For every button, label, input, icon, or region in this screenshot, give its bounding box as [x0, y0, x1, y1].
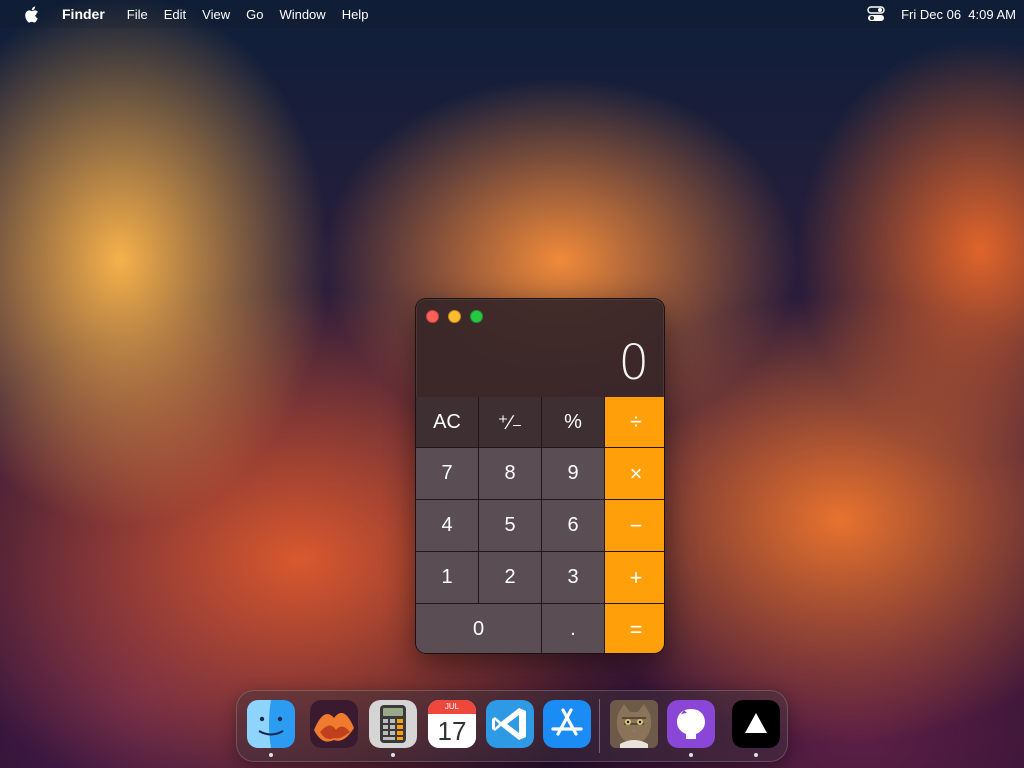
calculator-keypad: AC ⁺∕₋% ÷ 7 8 9 × 4 5 6− 1 2 3 +0. =	[416, 397, 664, 653]
digit-2-button[interactable]: 2	[479, 552, 541, 603]
menu-edit[interactable]: Edit	[164, 7, 186, 22]
dock-separator	[599, 699, 600, 753]
wallpaper-icon[interactable]	[310, 700, 358, 748]
apple-icon[interactable]	[20, 5, 42, 23]
digit-5-button[interactable]: 5	[479, 500, 541, 551]
zoom-button[interactable]	[470, 310, 483, 323]
digit-3-button[interactable]: 3	[542, 552, 604, 603]
multiply-button[interactable]: ×	[605, 448, 664, 499]
app-menu-finder[interactable]: Finder	[62, 6, 105, 22]
minimize-button[interactable]	[448, 310, 461, 323]
calendar-icon[interactable]: JUL 17	[428, 700, 476, 748]
dock: JUL 17	[236, 690, 788, 762]
running-indicator	[689, 753, 693, 757]
window-controls	[426, 310, 483, 323]
cat-icon[interactable]	[610, 700, 658, 748]
digit-0-button[interactable]: 0	[416, 604, 541, 653]
digit-6-button[interactable]: 6	[542, 500, 604, 551]
mouse-cursor-icon	[264, 764, 274, 768]
digit-4-button[interactable]: 4	[416, 500, 478, 551]
add-button[interactable]: +	[605, 552, 664, 603]
calculator-icon[interactable]	[369, 700, 417, 748]
menubar-clock[interactable]: Fri Dec 06 4:09 AM	[901, 7, 1016, 22]
percent-button[interactable]: %	[542, 397, 604, 447]
sign-toggle-button[interactable]: ⁺∕₋	[479, 397, 541, 447]
divide-button[interactable]: ÷	[605, 397, 664, 447]
app-store-icon[interactable]	[543, 700, 591, 748]
status-area: Fri Dec 06 4:09 AM	[867, 0, 1016, 28]
digit-8-button[interactable]: 8	[479, 448, 541, 499]
menu-file[interactable]: File	[127, 7, 148, 22]
github-icon[interactable]	[667, 700, 715, 748]
menu-help[interactable]: Help	[342, 7, 369, 22]
digit-1-button[interactable]: 1	[416, 552, 478, 603]
menu-go[interactable]: Go	[246, 7, 263, 22]
running-indicator	[391, 753, 395, 757]
all-clear-button[interactable]: AC	[416, 397, 478, 447]
calculator-display: 0	[618, 335, 649, 391]
control-center-icon[interactable]	[867, 6, 885, 22]
digit-9-button[interactable]: 9	[542, 448, 604, 499]
menu-view[interactable]: View	[202, 7, 230, 22]
decimal-button[interactable]: .	[542, 604, 604, 653]
menu-window[interactable]: Window	[279, 7, 325, 22]
finder-icon[interactable]	[247, 700, 295, 748]
calendar-day: 17	[428, 714, 476, 748]
calendar-month: JUL	[428, 700, 476, 714]
running-indicator	[269, 753, 273, 757]
digit-7-button[interactable]: 7	[416, 448, 478, 499]
subtract-button[interactable]: −	[605, 500, 664, 551]
close-button[interactable]	[426, 310, 439, 323]
triangle-icon[interactable]	[732, 700, 780, 748]
calculator-window: 0 AC ⁺∕₋% ÷ 7 8 9 × 4 5 6− 1 2 3 +0. =	[415, 298, 665, 654]
equals-button[interactable]: =	[605, 604, 664, 653]
menu-bar: Finder File Edit View Go Window Help Fri…	[0, 0, 1024, 28]
vscode-icon[interactable]	[486, 700, 534, 748]
running-indicator	[754, 753, 758, 757]
